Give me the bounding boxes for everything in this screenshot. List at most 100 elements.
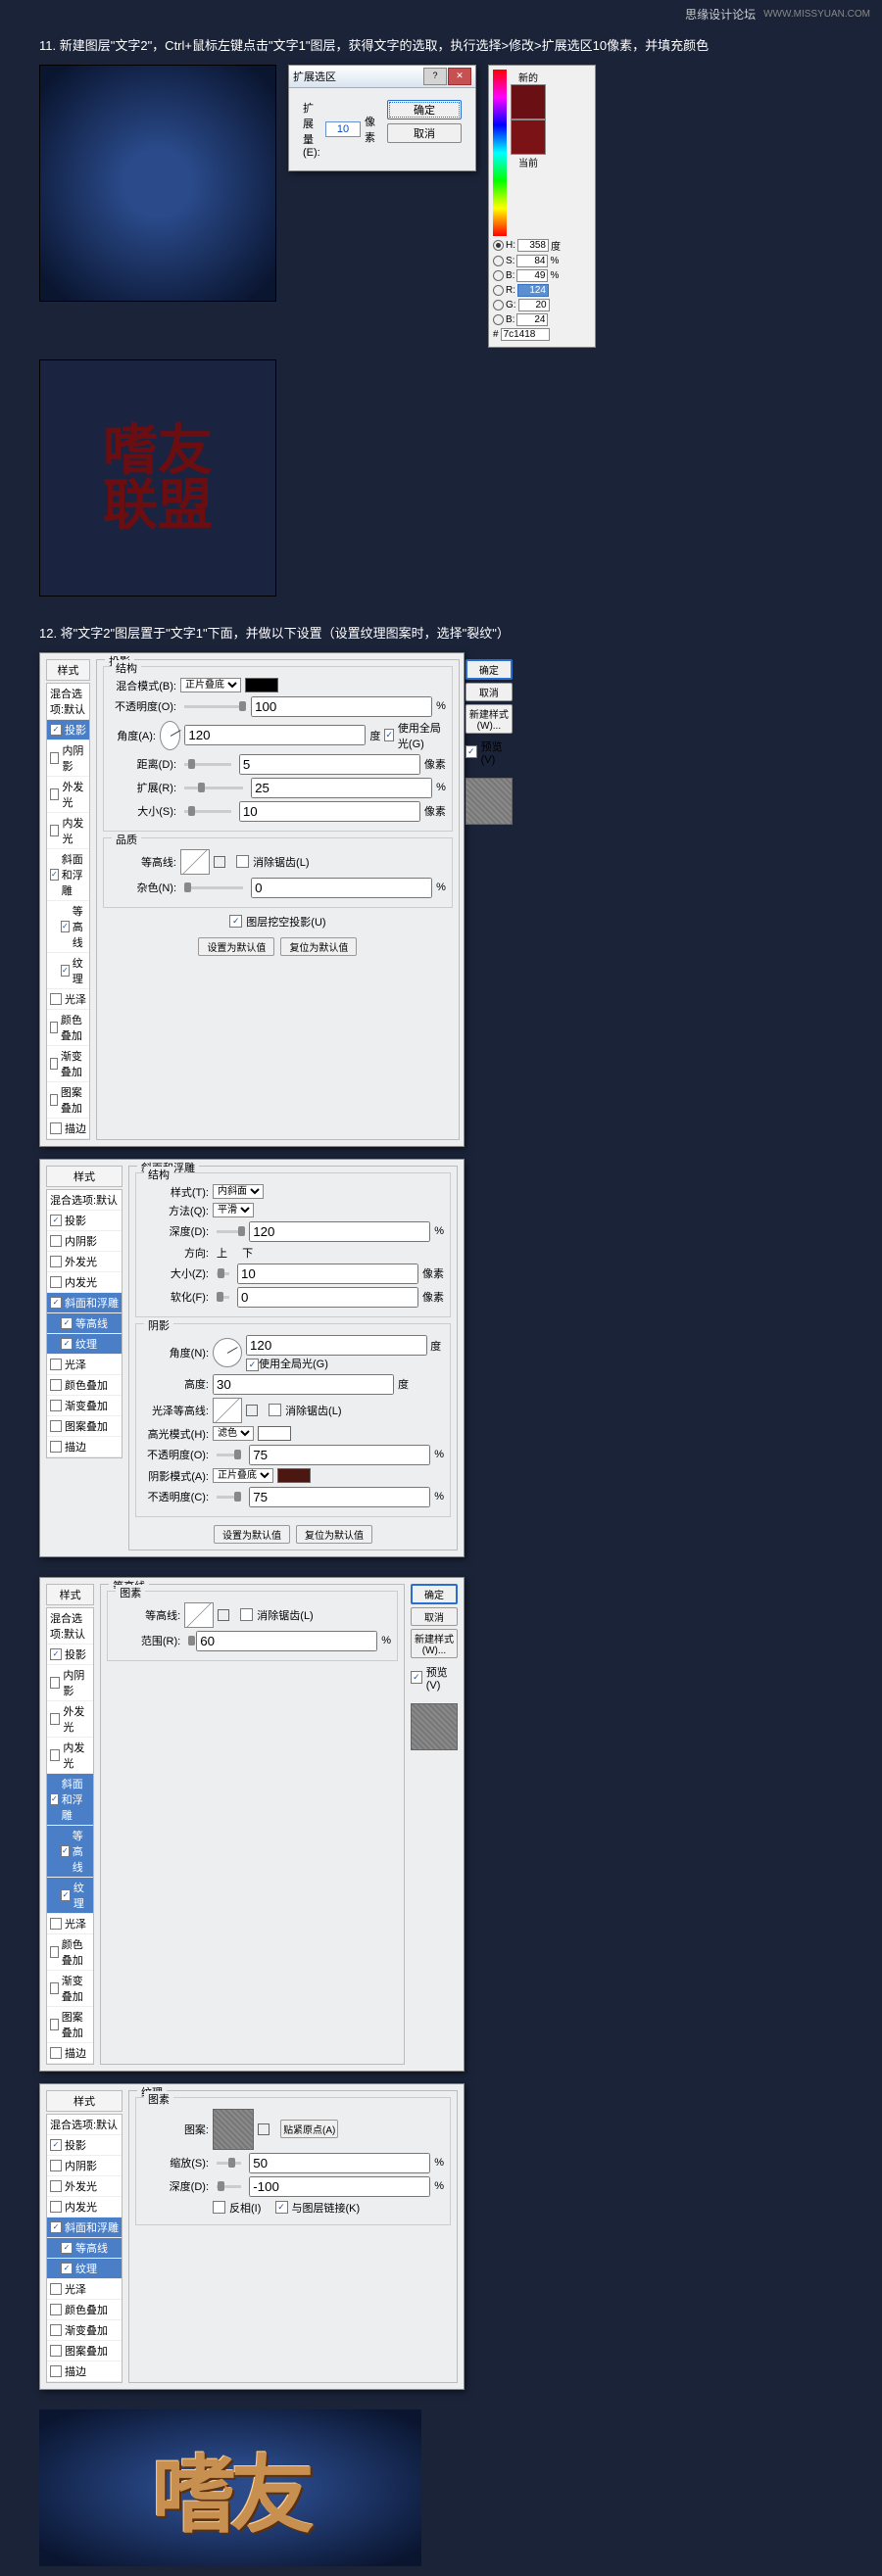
knockout-cb[interactable]: ✓ [229,915,242,928]
link-cb[interactable]: ✓ [275,2201,288,2214]
gloss-dropdown[interactable] [246,1405,258,1416]
r-input[interactable] [517,284,549,297]
global-light-cb[interactable]: ✓ [384,729,394,741]
style-inner-glow[interactable]: 内发光 [47,813,89,849]
ok-button[interactable]: 确定 [411,1584,458,1604]
style-satin[interactable]: 光泽 [47,989,89,1010]
soften-input[interactable] [237,1287,418,1308]
cancel-button[interactable]: 取消 [466,683,513,701]
style-satin[interactable]: 光泽 [47,1914,93,1934]
style-pattern-overlay[interactable]: 图案叠加 [47,1082,89,1119]
opacity-input[interactable] [251,696,432,717]
bevel-size-input[interactable] [237,1264,418,1284]
h-opacity-slider[interactable] [217,1454,241,1456]
blend-mode-select[interactable]: 正片叠底 [180,678,241,692]
radio-s[interactable] [493,256,504,266]
bb-input[interactable] [516,313,548,326]
gloss-aa-cb[interactable] [269,1404,281,1416]
style-stroke[interactable]: 描边 [47,2361,122,2382]
style-inner-shadow[interactable]: 内阴影 [47,1231,122,1252]
style-inner-shadow[interactable]: 内阴影 [47,1665,93,1701]
antialias-cb[interactable] [236,855,249,868]
style-texture[interactable]: ✓纹理 [47,1878,93,1914]
style-pattern-overlay[interactable]: 图案叠加 [47,1416,122,1437]
spread-input[interactable] [251,778,432,798]
style-bevel[interactable]: ✓斜面和浮雕 [47,2218,122,2238]
reset-default-button[interactable]: 复位为默认值 [296,1525,372,1544]
style-contour[interactable]: ✓等高线 [47,1826,93,1878]
highlight-color[interactable] [258,1426,291,1441]
radio-b[interactable] [493,270,504,281]
style-color-overlay[interactable]: 颜色叠加 [47,1934,93,1971]
hue-slider[interactable] [493,70,507,236]
angle-input[interactable] [184,725,366,745]
expand-input[interactable] [325,121,361,137]
style-texture[interactable]: ✓纹理 [47,1334,122,1355]
pattern-dropdown[interactable] [258,2123,270,2135]
style-gradient-overlay[interactable]: 渐变叠加 [47,1396,122,1416]
style-drop-shadow[interactable]: ✓投影 [47,1645,93,1665]
style-pattern-overlay[interactable]: 图案叠加 [47,2007,93,2043]
s-opacity-slider[interactable] [217,1496,241,1499]
bevel-angle-input[interactable] [246,1335,427,1356]
style-drop-shadow[interactable]: ✓投影 [47,720,89,740]
bevel-technique-select[interactable]: 平滑 [213,1203,254,1217]
shadow-mode-select[interactable]: 正片叠底 [213,1468,273,1483]
style-contour[interactable]: ✓等高线 [47,1313,122,1334]
shadow-color[interactable] [245,678,278,692]
current-color-swatch[interactable] [511,119,546,155]
opacity-slider[interactable] [184,705,243,708]
style-outer-glow[interactable]: 外发光 [47,777,89,813]
hex-input[interactable] [501,328,550,341]
blend-default[interactable]: 混合选项:默认 [47,2115,122,2135]
bevel-angle-dial[interactable] [213,1338,242,1367]
radio-bb[interactable] [493,314,504,325]
style-drop-shadow[interactable]: ✓投影 [47,2135,122,2156]
contour-aa-cb[interactable] [240,1608,253,1621]
style-gradient-overlay[interactable]: 渐变叠加 [47,1046,89,1082]
style-color-overlay[interactable]: 颜色叠加 [47,2300,122,2320]
distance-slider[interactable] [184,763,231,766]
set-default-button[interactable]: 设置为默认值 [198,937,274,956]
h-input[interactable] [517,239,549,252]
preview-cb[interactable]: ✓ [466,745,477,758]
cancel-button[interactable]: 取消 [411,1607,458,1626]
bevel-style-select[interactable]: 内斜面 [213,1184,264,1199]
style-bevel[interactable]: ✓斜面和浮雕 [47,1774,93,1826]
bevel-global-cb[interactable]: ✓ [246,1359,259,1371]
s-opacity-input[interactable] [249,1487,430,1507]
highlight-mode-select[interactable]: 滤色 [213,1426,254,1441]
size-slider[interactable] [184,810,231,813]
style-texture[interactable]: ✓纹理 [47,953,89,989]
size-input[interactable] [239,801,420,822]
new-color-swatch[interactable] [511,84,546,119]
ok-button[interactable]: 确定 [466,659,513,680]
style-outer-glow[interactable]: 外发光 [47,1252,122,1272]
bevel-size-slider[interactable] [217,1272,229,1275]
style-inner-glow[interactable]: 内发光 [47,2197,122,2218]
noise-input[interactable] [251,878,432,898]
style-gradient-overlay[interactable]: 渐变叠加 [47,2320,122,2341]
tex-depth-input[interactable] [249,2176,430,2197]
shadow-color[interactable] [277,1468,311,1483]
h-opacity-input[interactable] [249,1445,430,1465]
depth-input[interactable] [249,1221,430,1242]
invert-cb[interactable] [213,2201,225,2214]
style-stroke[interactable]: 描边 [47,1119,89,1139]
s-input[interactable] [516,255,548,267]
g-input[interactable] [518,299,550,311]
altitude-input[interactable] [213,1374,394,1395]
style-texture[interactable]: ✓纹理 [47,2259,122,2279]
distance-input[interactable] [239,754,420,775]
contour-picker[interactable] [180,849,210,875]
style-satin[interactable]: 光泽 [47,2279,122,2300]
b-input[interactable] [516,269,548,282]
new-style-button[interactable]: 新建样式(W)... [411,1629,458,1658]
blend-default[interactable]: 混合选项:默认 [47,1608,93,1645]
tex-depth-slider[interactable] [217,2185,241,2188]
range-input[interactable] [196,1631,377,1651]
style-color-overlay[interactable]: 颜色叠加 [47,1010,89,1046]
scale-slider[interactable] [217,2162,241,2165]
style-stroke[interactable]: 描边 [47,1437,122,1457]
style-stroke[interactable]: 描边 [47,2043,93,2064]
